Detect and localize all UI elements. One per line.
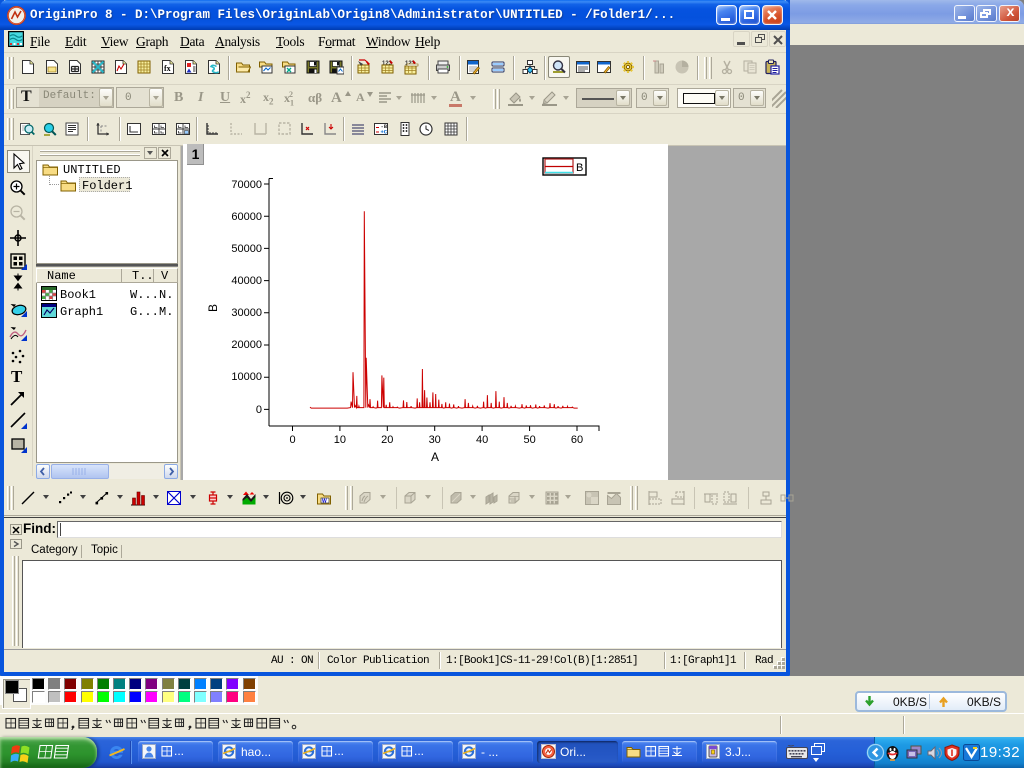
- svg-text:A: A: [431, 450, 439, 464]
- svg-text:fx: fx: [164, 64, 171, 73]
- svg-text:60000: 60000: [231, 211, 262, 223]
- svg-text:30000: 30000: [231, 307, 262, 319]
- svg-text:20: 20: [381, 434, 393, 446]
- svg-text:T: T: [11, 367, 23, 386]
- svg-text:50: 50: [523, 434, 535, 446]
- svg-text:40: 40: [476, 434, 488, 446]
- svg-text:B: B: [576, 162, 583, 174]
- svg-text:10: 10: [334, 434, 346, 446]
- svg-text:60: 60: [571, 434, 583, 446]
- svg-text:10000: 10000: [231, 371, 262, 383]
- svg-text:70000: 70000: [231, 179, 262, 191]
- svg-text:40000: 40000: [231, 275, 262, 287]
- svg-text:W: W: [322, 499, 327, 505]
- svg-text:50000: 50000: [231, 243, 262, 255]
- svg-text:0: 0: [256, 404, 262, 416]
- svg-text:20000: 20000: [231, 339, 262, 351]
- svg-text:+C: +C: [381, 129, 388, 136]
- svg-text:30: 30: [429, 434, 441, 446]
- svg-text:B: B: [206, 304, 220, 312]
- svg-text:0: 0: [289, 434, 295, 446]
